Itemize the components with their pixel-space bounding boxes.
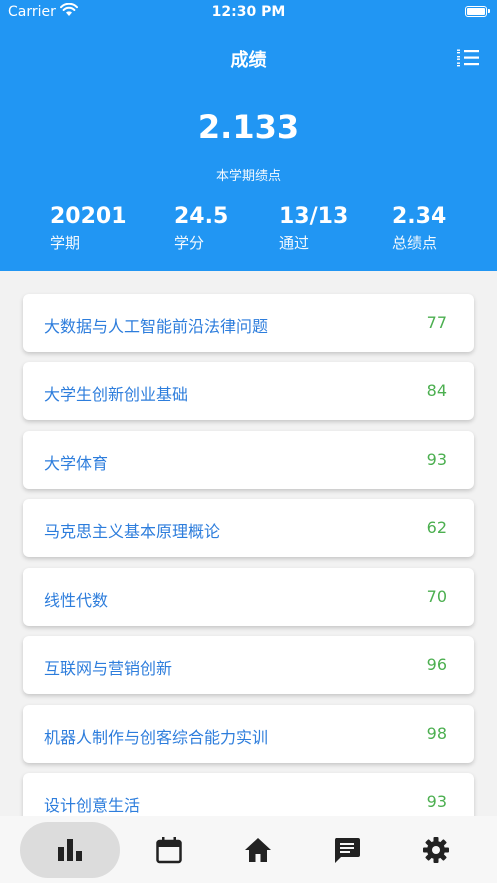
course-name: 互联网与营销创新 xyxy=(44,659,173,678)
home-icon xyxy=(245,838,271,862)
course-score: 77 xyxy=(426,313,447,332)
nav-schedule[interactable] xyxy=(139,822,199,878)
status-bar: Carrier 12:30 PM xyxy=(0,0,497,26)
bar-chart-icon xyxy=(58,839,82,861)
gpa-summary: 2.133 本学期绩点 20201 学期 24.5 学分 13/13 通过 2.… xyxy=(0,92,497,271)
course-card[interactable]: 机器人制作与创客综合能力实训 98 xyxy=(23,705,474,763)
semester-gpa-label: 本学期绩点 xyxy=(215,169,281,184)
course-card[interactable]: 互联网与营销创新 96 xyxy=(23,636,474,694)
course-card[interactable]: 马克思主义基本原理概论 62 xyxy=(23,499,474,557)
stat-semester: 20201 学期 xyxy=(50,204,127,253)
nav-settings[interactable] xyxy=(406,822,466,878)
stat-label: 学分 xyxy=(174,234,205,252)
bottom-nav xyxy=(0,816,497,883)
course-score: 98 xyxy=(426,724,447,743)
course-name: 设计创意生活 xyxy=(44,796,141,815)
gear-icon xyxy=(423,837,449,863)
stat-label: 学期 xyxy=(50,234,81,252)
nav-grades[interactable] xyxy=(20,822,120,878)
course-name: 机器人制作与创客综合能力实训 xyxy=(44,728,269,747)
stat-value: 13/13 xyxy=(279,204,349,229)
stat-credits: 24.5 学分 xyxy=(174,204,228,253)
course-score: 62 xyxy=(426,518,447,537)
stat-value: 2.34 xyxy=(392,204,447,229)
course-card[interactable]: 大学生创新创业基础 84 xyxy=(23,362,474,420)
course-card[interactable]: 大学体育 93 xyxy=(23,431,474,489)
list-icon[interactable] xyxy=(455,46,481,72)
course-name: 大学体育 xyxy=(44,454,109,473)
course-score: 70 xyxy=(426,587,447,606)
message-icon xyxy=(334,838,360,863)
course-score: 84 xyxy=(426,381,447,400)
course-card[interactable]: 大数据与人工智能前沿法律问题 77 xyxy=(23,294,474,352)
nav-messages[interactable] xyxy=(317,822,377,878)
stat-label: 总绩点 xyxy=(392,234,438,252)
status-time: 12:30 PM xyxy=(211,4,286,20)
stat-label: 通过 xyxy=(279,234,310,252)
course-name: 马克思主义基本原理概论 xyxy=(44,522,221,541)
stat-total-gpa: 2.34 总绩点 xyxy=(392,204,446,253)
semester-gpa: 2.133 xyxy=(197,108,300,146)
course-score: 93 xyxy=(426,792,447,811)
stat-value: 24.5 xyxy=(174,204,229,229)
stat-passed: 13/13 通过 xyxy=(279,204,348,253)
course-score: 93 xyxy=(426,450,447,469)
course-score: 96 xyxy=(426,655,447,674)
battery-icon xyxy=(465,6,490,17)
course-name: 大数据与人工智能前沿法律问题 xyxy=(44,317,269,336)
stat-value: 20201 xyxy=(50,204,127,229)
course-card[interactable]: 线性代数 70 xyxy=(23,568,474,626)
calendar-icon xyxy=(156,837,182,864)
course-name: 线性代数 xyxy=(44,591,109,610)
app-bar: 成绩 xyxy=(0,26,497,92)
course-name: 大学生创新创业基础 xyxy=(44,385,189,404)
nav-home[interactable] xyxy=(228,822,288,878)
page-title: 成绩 xyxy=(230,50,267,71)
